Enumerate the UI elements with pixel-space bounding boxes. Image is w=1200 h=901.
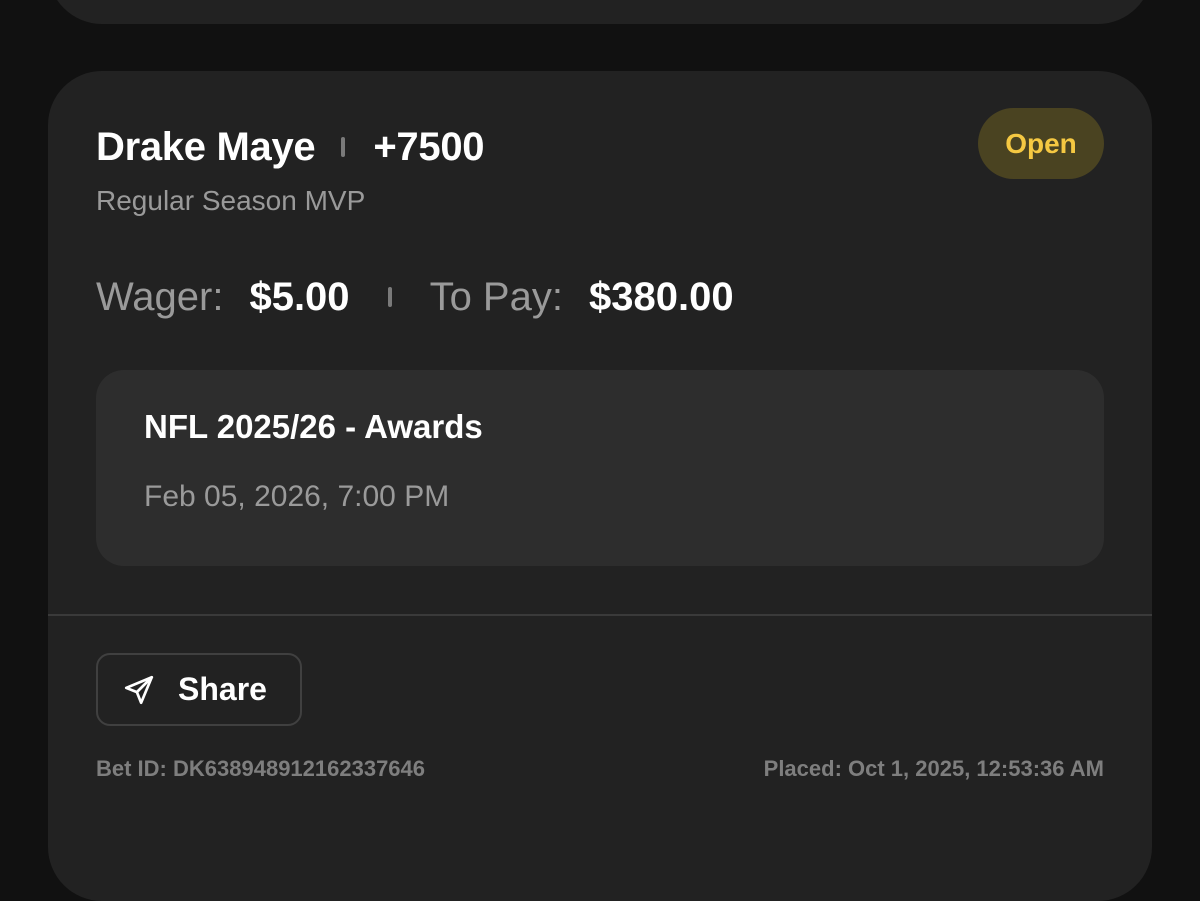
share-label: Share xyxy=(178,671,267,707)
placed-timestamp: Placed: Oct 1, 2025, 12:53:36 AM xyxy=(763,756,1104,781)
event-box[interactable]: NFL 2025/26 - Awards Feb 05, 2026, 7:00 … xyxy=(96,370,1104,566)
event-name: NFL 2025/26 - Awards xyxy=(144,408,483,445)
separator xyxy=(387,287,392,307)
market-name: Regular Season MVP xyxy=(96,185,366,216)
send-icon xyxy=(120,671,158,709)
selection-row: Drake Maye +7500 xyxy=(96,123,485,171)
event-date: Feb 05, 2026, 7:00 PM xyxy=(144,480,450,513)
wager-label: Wager: xyxy=(96,274,224,319)
selection-odds: +7500 xyxy=(373,124,485,169)
bet-card: Drake Maye +7500 Regular Season MVP Open… xyxy=(48,71,1152,901)
amounts-row: Wager: $5.00 To Pay: $380.00 xyxy=(96,271,734,323)
bet-id: Bet ID: DK638948912162337646 xyxy=(96,756,426,781)
share-button[interactable]: Share xyxy=(96,653,302,726)
wager-value: $5.00 xyxy=(249,274,350,319)
to-pay-label: To Pay: xyxy=(429,274,563,319)
separator xyxy=(341,137,346,157)
to-pay-value: $380.00 xyxy=(588,274,734,319)
status-badge: Open xyxy=(978,108,1104,179)
selection-name: Drake Maye xyxy=(96,124,316,169)
divider xyxy=(48,614,1152,616)
previous-bet-card xyxy=(48,0,1152,24)
